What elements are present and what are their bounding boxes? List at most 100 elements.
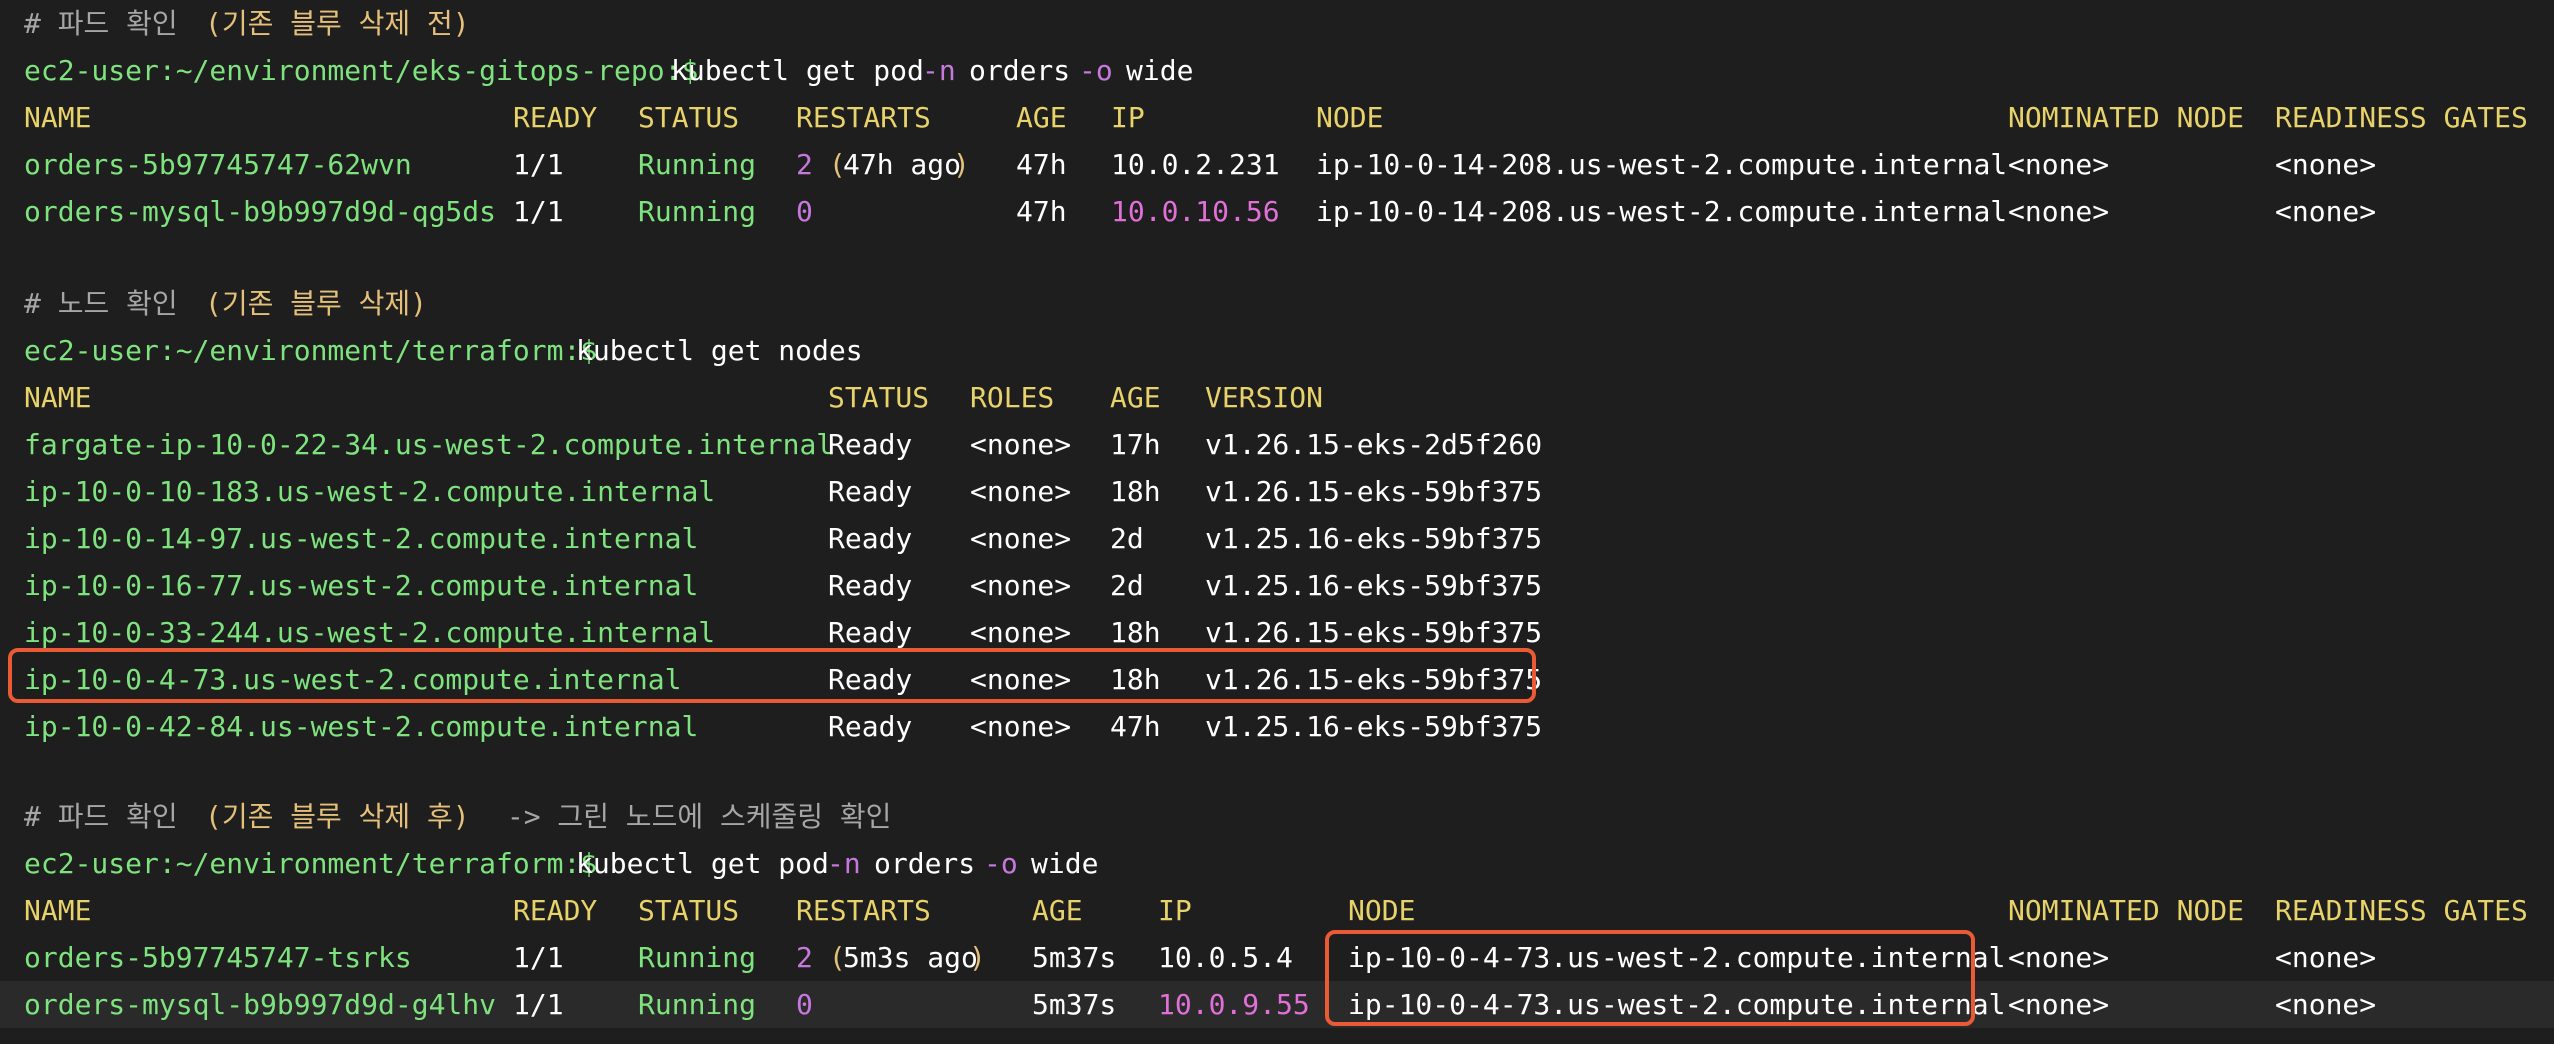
column-header: STATUS (828, 381, 930, 414)
comment-paren: (기존 블루 삭제 전) (205, 7, 470, 40)
pod-gates: <none> (2275, 988, 2377, 1021)
table-row: ip-10-0-14-97.us-west-2.compute.internal… (0, 515, 2554, 562)
table-header: NAME READY STATUS RESTARTS AGE IP NODE N… (0, 887, 2554, 934)
pod-age: 5m37s (1032, 941, 1117, 974)
comment-text: # 파드 확인 (24, 7, 178, 40)
node-version: v1.26.15-eks-2d5f260 (1205, 428, 1543, 461)
command-flag: -n (827, 847, 861, 880)
node-name: ip-10-0-42-84.us-west-2.compute.internal (24, 710, 699, 743)
pod-node: ip-10-0-14-208.us-west-2.compute.interna… (1316, 148, 2008, 181)
comment-suffix: -> 그린 노드에 스케줄링 확인 (490, 800, 892, 833)
pod-name: orders-5b97745747-62wvn (24, 148, 412, 181)
node-name: ip-10-0-10-183.us-west-2.compute.interna… (24, 475, 716, 508)
table-row: orders-5b97745747-tsrks 1/1 Running 2 ( … (0, 934, 2554, 981)
table-row: ip-10-0-16-77.us-west-2.compute.internal… (0, 562, 2554, 609)
prompt-line-2: ec2-user:~/environment/terraform:$ kubec… (0, 327, 2554, 374)
pod-name: orders-mysql-b9b997d9d-qg5ds (24, 195, 497, 228)
pod-ip: 10.0.2.231 (1111, 148, 1280, 181)
column-header: NODE (1348, 894, 1416, 927)
node-roles: <none> (970, 710, 1072, 743)
pod-restarts: 0 (796, 195, 813, 228)
command-flag: -o (984, 847, 1018, 880)
column-header: READY (513, 894, 598, 927)
pod-restarts: 2 (796, 941, 813, 974)
pod-status: Running (638, 941, 757, 974)
node-age: 2d (1110, 522, 1144, 555)
pod-ip: 10.0.5.4 (1158, 941, 1293, 974)
prompt-line-3: ec2-user:~/environment/terraform:$ kubec… (0, 840, 2554, 887)
node-age: 47h (1110, 710, 1161, 743)
pod-ip: 10.0.10.56 (1111, 195, 1280, 228)
pod-ready: 1/1 (513, 195, 564, 228)
node-version: v1.25.16-eks-59bf375 (1205, 710, 1543, 743)
comment-text: # 노드 확인 (24, 287, 178, 320)
node-status: Ready (828, 710, 913, 743)
table-header: NAME READY STATUS RESTARTS AGE IP NODE N… (0, 94, 2554, 141)
node-version: v1.26.15-eks-59bf375 (1205, 475, 1543, 508)
column-header: NAME (24, 381, 92, 414)
pod-restarts-note: 47h ago (843, 148, 962, 181)
node-age: 2d (1110, 569, 1144, 602)
pod-ready: 1/1 (513, 148, 564, 181)
node-roles: <none> (970, 475, 1072, 508)
node-roles: <none> (970, 522, 1072, 555)
pod-node: ip-10-0-14-208.us-west-2.compute.interna… (1316, 195, 2008, 228)
pod-status: Running (638, 988, 757, 1021)
command-arg: orders (874, 847, 976, 880)
column-header: AGE (1032, 894, 1083, 927)
pod-restarts-open: ( (812, 148, 846, 181)
node-status: Ready (828, 522, 913, 555)
pod-restarts-close: ) (953, 148, 970, 181)
pod-status: Running (638, 195, 757, 228)
command-arg: wide (1031, 847, 1099, 880)
comment-line-1: # 파드 확인 (기존 블루 삭제 전) (0, 0, 2554, 47)
pod-status: Running (638, 148, 757, 181)
node-version: v1.25.16-eks-59bf375 (1205, 522, 1543, 555)
column-header: READINESS GATES (2275, 101, 2528, 134)
prompt-line-1: ec2-user:~/environment/eks-gitops-repo:$… (0, 47, 2554, 94)
table-row: ip-10-0-10-183.us-west-2.compute.interna… (0, 468, 2554, 515)
table-row: orders-mysql-b9b997d9d-g4lhv 1/1 Running… (0, 981, 2554, 1028)
node-name: ip-10-0-14-97.us-west-2.compute.internal (24, 522, 699, 555)
table-header: NAME STATUS ROLES AGE VERSION (0, 374, 2554, 421)
column-header: NAME (24, 894, 92, 927)
node-status: Ready (828, 569, 913, 602)
pod-restarts: 0 (796, 988, 813, 1021)
command-arg: wide (1126, 54, 1194, 87)
comment-line-2: # 노드 확인 (기존 블루 삭제) (0, 280, 2554, 327)
comment-line-3: # 파드 확인 (기존 블루 삭제 후) -> 그린 노드에 스케줄링 확인 (0, 793, 2554, 840)
command-text: kubectl get nodes (576, 334, 863, 367)
pod-gates: <none> (2275, 148, 2377, 181)
pod-restarts-open: ( (812, 941, 846, 974)
shell-prompt: ec2-user:~/environment/terraform:$ (24, 334, 598, 367)
table-row: fargate-ip-10-0-22-34.us-west-2.compute.… (0, 421, 2554, 468)
column-header: STATUS (638, 894, 740, 927)
pod-nominated: <none> (2008, 941, 2110, 974)
column-header: AGE (1110, 381, 1161, 414)
column-header: NOMINATED NODE (2008, 101, 2245, 134)
pod-nominated: <none> (2008, 195, 2110, 228)
node-status: Ready (828, 428, 913, 461)
command-flag: -n (922, 54, 956, 87)
pod-nominated: <none> (2008, 148, 2110, 181)
pod-ready: 1/1 (513, 941, 564, 974)
column-header: NOMINATED NODE (2008, 894, 2245, 927)
pod-restarts-note: 5m3s ago (843, 941, 978, 974)
shell-prompt: ec2-user:~/environment/terraform:$ (24, 847, 598, 880)
pod-restarts-close: ) (969, 941, 986, 974)
pod-age: 5m37s (1032, 988, 1117, 1021)
table-row: ip-10-0-42-84.us-west-2.compute.internal… (0, 703, 2554, 750)
pod-restarts: 2 (796, 148, 813, 181)
node-name: fargate-ip-10-0-22-34.us-west-2.compute.… (24, 428, 834, 461)
node-age: 17h (1110, 428, 1161, 461)
node-roles: <none> (970, 569, 1072, 602)
pod-gates: <none> (2275, 195, 2377, 228)
table-row: orders-mysql-b9b997d9d-qg5ds 1/1 Running… (0, 188, 2554, 235)
node-status: Ready (828, 475, 913, 508)
node-roles: <none> (970, 428, 1072, 461)
column-header: IP (1158, 894, 1192, 927)
column-header: STATUS (638, 101, 740, 134)
column-header: RESTARTS (796, 101, 931, 134)
command-text: kubectl get pod (671, 54, 924, 87)
column-header: IP (1111, 101, 1145, 134)
